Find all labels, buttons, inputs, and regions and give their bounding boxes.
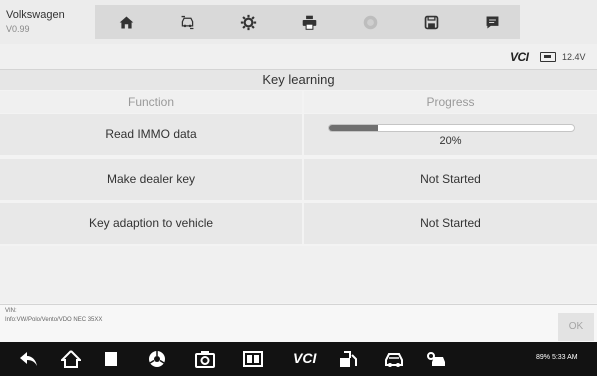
toolbar — [95, 5, 520, 39]
vehicle-swap-button[interactable] — [160, 5, 214, 39]
back-button[interactable] — [18, 349, 40, 369]
info-bar: VIN: Info:VW/Polo/Vento/VDO NEC 35XX OK — [0, 304, 597, 343]
home-button[interactable] — [99, 5, 153, 39]
progress-bar-fill — [329, 125, 378, 131]
column-header-progress: Progress — [304, 91, 597, 113]
table-row-progress: Not Started — [304, 159, 597, 200]
message-icon — [486, 16, 498, 28]
car-service-button[interactable] — [383, 349, 405, 369]
battery-icon — [540, 52, 556, 62]
home-icon — [61, 350, 81, 368]
table-row-function[interactable]: Read IMMO data — [0, 114, 302, 155]
help-icon — [363, 15, 377, 29]
table-row-progress: 20% — [304, 114, 597, 155]
car-repair-icon — [427, 352, 445, 366]
table-row-function[interactable]: Key adaption to vehicle — [0, 203, 302, 244]
fuel-icon — [340, 351, 357, 367]
vin-label: VIN: — [5, 308, 17, 314]
browser-button[interactable] — [146, 349, 168, 369]
settings-button[interactable] — [221, 5, 275, 39]
browser-icon — [149, 351, 165, 367]
screen-capture-button[interactable] — [242, 349, 264, 369]
print-button[interactable] — [282, 5, 336, 39]
message-button[interactable] — [465, 5, 519, 39]
vci-connection-indicator: VCI — [510, 50, 529, 64]
progress-bar — [328, 124, 575, 132]
system-status: 89% 5:33 AM — [536, 354, 578, 361]
back-icon — [20, 352, 37, 366]
status-strip: VCI 12.4V — [0, 44, 597, 70]
save-icon — [424, 15, 438, 29]
empty-area — [0, 246, 597, 303]
vehicle-swap-icon — [181, 15, 193, 29]
save-button[interactable] — [404, 5, 458, 39]
home-icon — [119, 16, 133, 28]
battery-voltage: 12.4V — [562, 52, 586, 62]
ok-button[interactable]: OK — [558, 313, 594, 341]
table-row-progress: Not Started — [304, 203, 597, 244]
vci-icon[interactable]: VCI — [293, 350, 316, 366]
recent-apps-icon — [105, 352, 117, 366]
progress-value: 20% — [439, 135, 462, 147]
app-header: Volkswagen V0.99 — [0, 0, 597, 44]
help-button[interactable] — [343, 5, 397, 39]
camera-button[interactable] — [194, 349, 216, 369]
vehicle-name: Volkswagen — [6, 9, 65, 21]
system-navbar: VCI 89% 5:33 AM — [0, 342, 597, 376]
fuel-button[interactable] — [337, 349, 359, 369]
car-service-icon — [385, 353, 403, 367]
column-header-function: Function — [0, 91, 302, 113]
camera-icon — [195, 351, 215, 368]
table-row-function[interactable]: Make dealer key — [0, 159, 302, 200]
software-version: V0.99 — [6, 24, 30, 34]
car-repair-button[interactable] — [426, 349, 448, 369]
screen-capture-icon — [243, 351, 263, 367]
gear-icon — [240, 14, 256, 30]
recent-apps-button[interactable] — [100, 349, 122, 369]
home-nav-button[interactable] — [60, 349, 82, 369]
printer-icon — [302, 15, 316, 30]
vehicle-info: Info:VW/Polo/Vento/VDO NEC 35XX — [5, 317, 103, 323]
page-title: Key learning — [0, 70, 597, 90]
